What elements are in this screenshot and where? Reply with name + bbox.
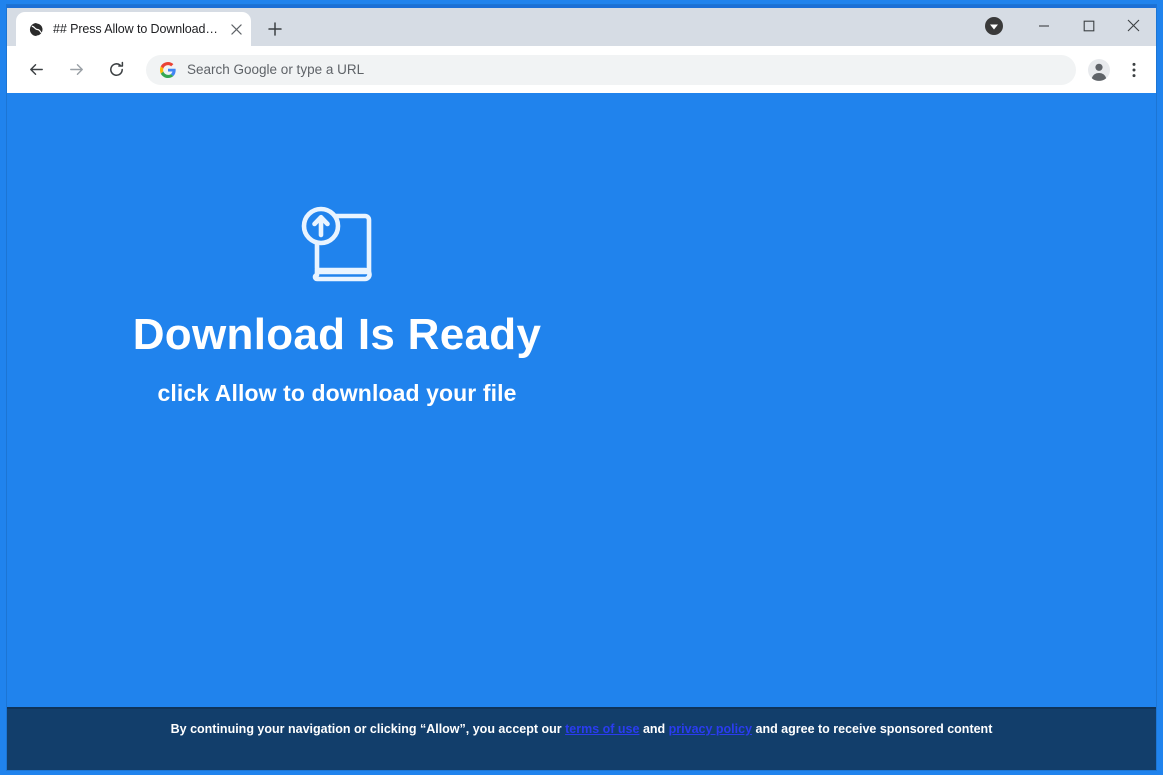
tab-title: ## Press Allow to Download ## xyxy=(53,22,221,36)
book-upload-icon xyxy=(7,198,667,291)
address-bar[interactable]: Search Google or type a URL xyxy=(146,54,1076,85)
reload-icon[interactable] xyxy=(101,55,131,85)
consent-prefix: By continuing your navigation or clickin… xyxy=(170,722,566,736)
consent-banner: By continuing your navigation or clickin… xyxy=(7,707,1156,770)
close-window-button[interactable] xyxy=(1111,5,1156,46)
address-bar-text: Search Google or type a URL xyxy=(187,62,365,77)
plus-icon xyxy=(268,22,282,36)
three-dot-menu-icon[interactable] xyxy=(1121,56,1147,84)
forward-arrow-icon[interactable] xyxy=(61,55,91,85)
download-indicator-icon[interactable] xyxy=(981,13,1007,39)
maximize-button[interactable] xyxy=(1066,5,1111,46)
google-g-icon xyxy=(160,61,176,78)
terms-of-use-link[interactable]: terms of use xyxy=(565,722,639,736)
browser-toolbar: Search Google or type a URL xyxy=(7,46,1156,93)
web-page-content: Download Is Ready click Allow to downloa… xyxy=(7,93,1156,770)
window-controls xyxy=(981,5,1156,46)
minimize-button[interactable] xyxy=(1021,5,1066,46)
consent-conjunction: and xyxy=(639,722,669,736)
privacy-policy-link[interactable]: privacy policy xyxy=(669,722,752,736)
screenshot-root: ## Press Allow to Download ## Search Goo… xyxy=(0,0,1163,775)
browser-window: ## Press Allow to Download ## Search Goo… xyxy=(7,5,1156,770)
download-hero: Download Is Ready click Allow to downloa… xyxy=(7,198,667,405)
back-arrow-icon[interactable] xyxy=(21,55,51,85)
page-title: Download Is Ready xyxy=(132,310,542,359)
avatar-icon[interactable] xyxy=(1085,56,1113,84)
close-icon[interactable] xyxy=(227,20,245,38)
consent-suffix: and agree to receive sponsored content xyxy=(752,722,993,736)
globe-icon xyxy=(28,21,44,37)
page-subtitle: click Allow to download your file xyxy=(157,380,517,406)
new-tab-button[interactable] xyxy=(261,15,289,43)
browser-tab[interactable]: ## Press Allow to Download ## xyxy=(16,12,251,46)
tab-strip: ## Press Allow to Download ## xyxy=(7,5,1156,46)
consent-text: By continuing your navigation or clickin… xyxy=(7,719,1156,740)
